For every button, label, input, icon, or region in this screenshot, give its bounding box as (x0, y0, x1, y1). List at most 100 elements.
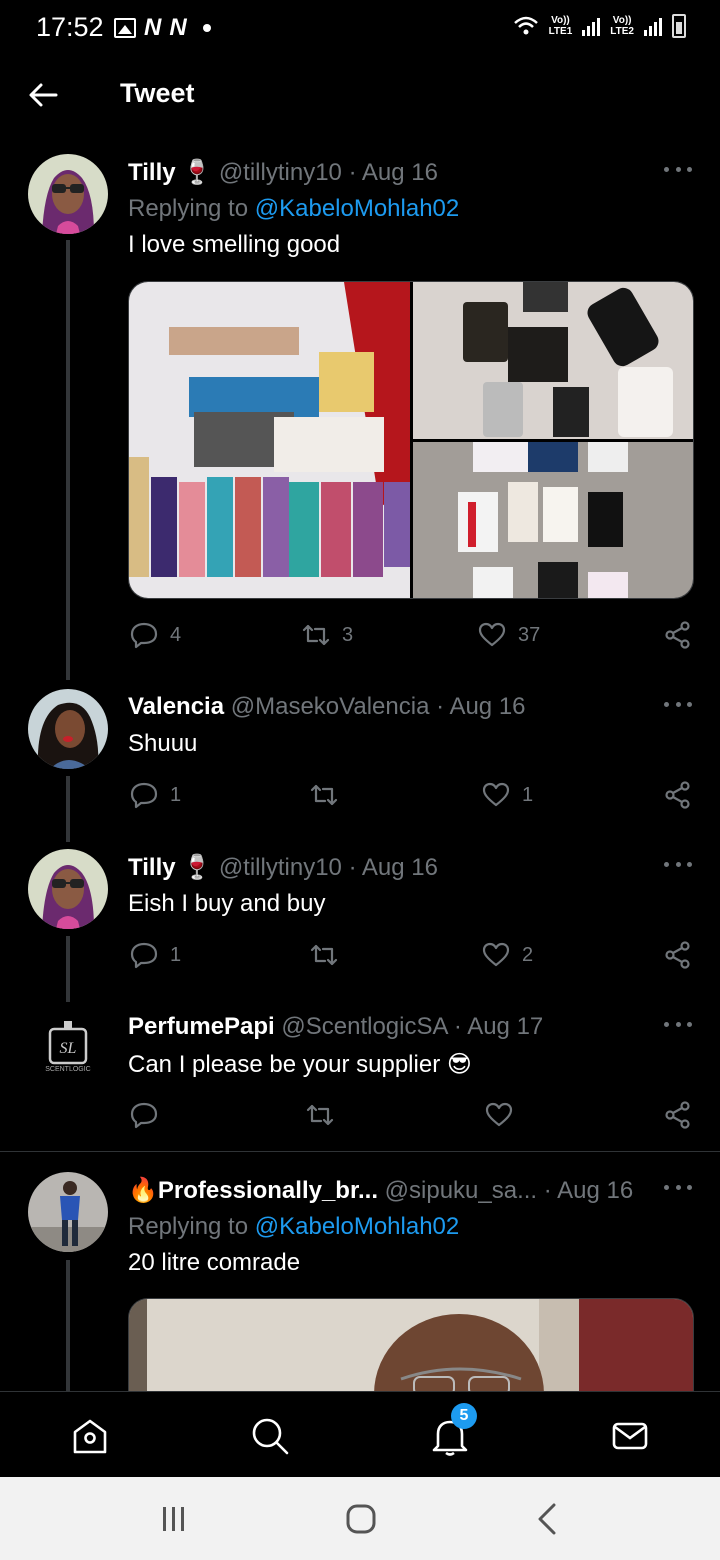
retweet-icon (302, 624, 330, 646)
bottom-navigation (0, 1391, 720, 1477)
tweet-date: · Aug 16 (348, 159, 438, 186)
like-button[interactable]: 1 (482, 780, 533, 810)
handle[interactable]: @tillytiny10 (219, 159, 342, 186)
more-icon[interactable] (664, 167, 692, 175)
tweet-header: Valencia @MasekoValencia · Aug 16 (128, 693, 526, 721)
like-button[interactable] (485, 1100, 513, 1130)
like-count: 2 (522, 943, 534, 966)
retweet-button[interactable] (310, 940, 338, 970)
n-notification-icon-2: N (169, 14, 187, 41)
status-bar: 17:52 N N Vo)) LTE1 Vo)) LTE2 (0, 0, 720, 56)
wifi-icon (513, 16, 538, 35)
share-button[interactable] (664, 1100, 692, 1130)
reply-button[interactable]: 1 (130, 780, 181, 810)
system-navigation-bar (0, 1477, 720, 1560)
more-icon[interactable] (664, 1185, 692, 1193)
reply-icon (130, 942, 158, 969)
share-icon (665, 941, 690, 969)
thread-line (66, 936, 70, 1002)
fire-emoji-icon: 🔥 (128, 1177, 158, 1204)
reply-button[interactable]: 4 (130, 620, 181, 650)
lte2-bottom-label: LTE2 (610, 26, 634, 37)
more-icon[interactable] (664, 702, 692, 710)
handle[interactable]: @MasekoValencia (231, 693, 430, 720)
page-title: Tweet (120, 78, 195, 108)
mens-cologne-photo[interactable] (413, 282, 694, 439)
share-icon (665, 621, 690, 649)
wine-glass-emoji-icon: 🍷 (182, 854, 213, 881)
like-count: 37 (518, 623, 541, 646)
status-notification-icons: N N (114, 14, 211, 42)
perfume-collection-photo[interactable] (129, 282, 410, 599)
retweet-icon (306, 1104, 334, 1126)
messages-icon[interactable] (610, 1416, 650, 1456)
reply-icon (130, 782, 158, 809)
more-icon[interactable] (664, 862, 692, 870)
retweet-count: 3 (342, 623, 354, 646)
retweet-button[interactable] (310, 780, 338, 810)
tweet-text: 20 litre comrade (128, 1249, 301, 1276)
status-system-icons: Vo)) LTE1 Vo)) LTE2 (513, 14, 686, 38)
like-icon (478, 622, 506, 647)
avatar[interactable] (28, 689, 108, 769)
search-icon[interactable] (250, 1416, 290, 1456)
like-icon (485, 1102, 513, 1127)
share-icon (665, 781, 690, 809)
thread-line (66, 240, 70, 680)
reply-count: 4 (170, 623, 182, 646)
media-grid[interactable] (128, 281, 694, 599)
display-name[interactable]: Professionally_br... (158, 1177, 378, 1204)
handle[interactable]: @ScentlogicSA (281, 1013, 447, 1040)
reply-button[interactable] (130, 1100, 158, 1130)
lte2-indicator: Vo)) LTE2 (610, 15, 634, 37)
top-app-bar: Tweet (0, 56, 720, 136)
status-time: 17:52 (36, 12, 104, 42)
signal-1-icon (582, 16, 601, 36)
tweet-text: Eish I buy and buy (128, 890, 326, 917)
replying-prefix: Replying to (128, 1213, 255, 1240)
thread-line (66, 776, 70, 842)
boxed-fragrances-photo[interactable] (413, 442, 694, 599)
display-name[interactable]: Tilly (128, 854, 176, 881)
display-name[interactable]: Tilly (128, 159, 176, 186)
tweet-actions: 1 1 (128, 780, 694, 810)
display-name[interactable]: PerfumePapi (128, 1013, 275, 1040)
handle[interactable]: @sipuku_sa... (385, 1177, 537, 1204)
avatar[interactable]: SL SCENTLOGIC (28, 1009, 108, 1089)
retweet-button[interactable]: 3 (302, 620, 353, 650)
handle[interactable]: @tillytiny10 (219, 854, 342, 881)
lte1-top-label: Vo)) (551, 15, 570, 26)
avatar[interactable] (28, 1172, 108, 1252)
home-circle-icon[interactable] (341, 1501, 381, 1537)
recents-icon[interactable] (154, 1501, 194, 1537)
reply-mention-link[interactable]: @KabeloMohlah02 (255, 195, 460, 222)
tweet-date: · Aug 16 (348, 854, 438, 881)
reply-icon (130, 622, 158, 649)
like-button[interactable]: 37 (478, 620, 540, 650)
n-notification-icon: N (144, 14, 162, 41)
like-button[interactable]: 2 (482, 940, 533, 970)
retweet-icon (310, 784, 338, 806)
avatar[interactable] (28, 849, 108, 929)
share-button[interactable] (664, 940, 692, 970)
share-button[interactable] (664, 780, 692, 810)
reply-mention-link[interactable]: @KabeloMohlah02 (255, 1213, 460, 1240)
share-button[interactable] (664, 620, 692, 650)
more-notifications-dot-icon (202, 24, 211, 32)
home-icon[interactable] (70, 1416, 110, 1456)
avatar[interactable] (28, 154, 108, 234)
tweet-text: Can I please be your supplier 😎 (128, 1051, 472, 1078)
tweet-text: Shuuu (128, 730, 198, 757)
lte1-indicator: Vo)) LTE1 (549, 15, 573, 37)
retweet-button[interactable] (306, 1100, 334, 1130)
display-name[interactable]: Valencia (128, 693, 224, 720)
like-icon (482, 782, 510, 807)
more-icon[interactable] (664, 1022, 692, 1030)
replying-to-line: Replying to @KabeloMohlah02 (128, 1213, 459, 1241)
reply-button[interactable]: 1 (130, 940, 181, 970)
retweet-icon (310, 944, 338, 966)
back-arrow-icon[interactable] (26, 78, 60, 112)
share-icon (665, 1101, 690, 1129)
tweet-header: 🔥Professionally_br... @sipuku_sa... · Au… (128, 1176, 633, 1205)
system-back-icon[interactable] (528, 1501, 568, 1537)
